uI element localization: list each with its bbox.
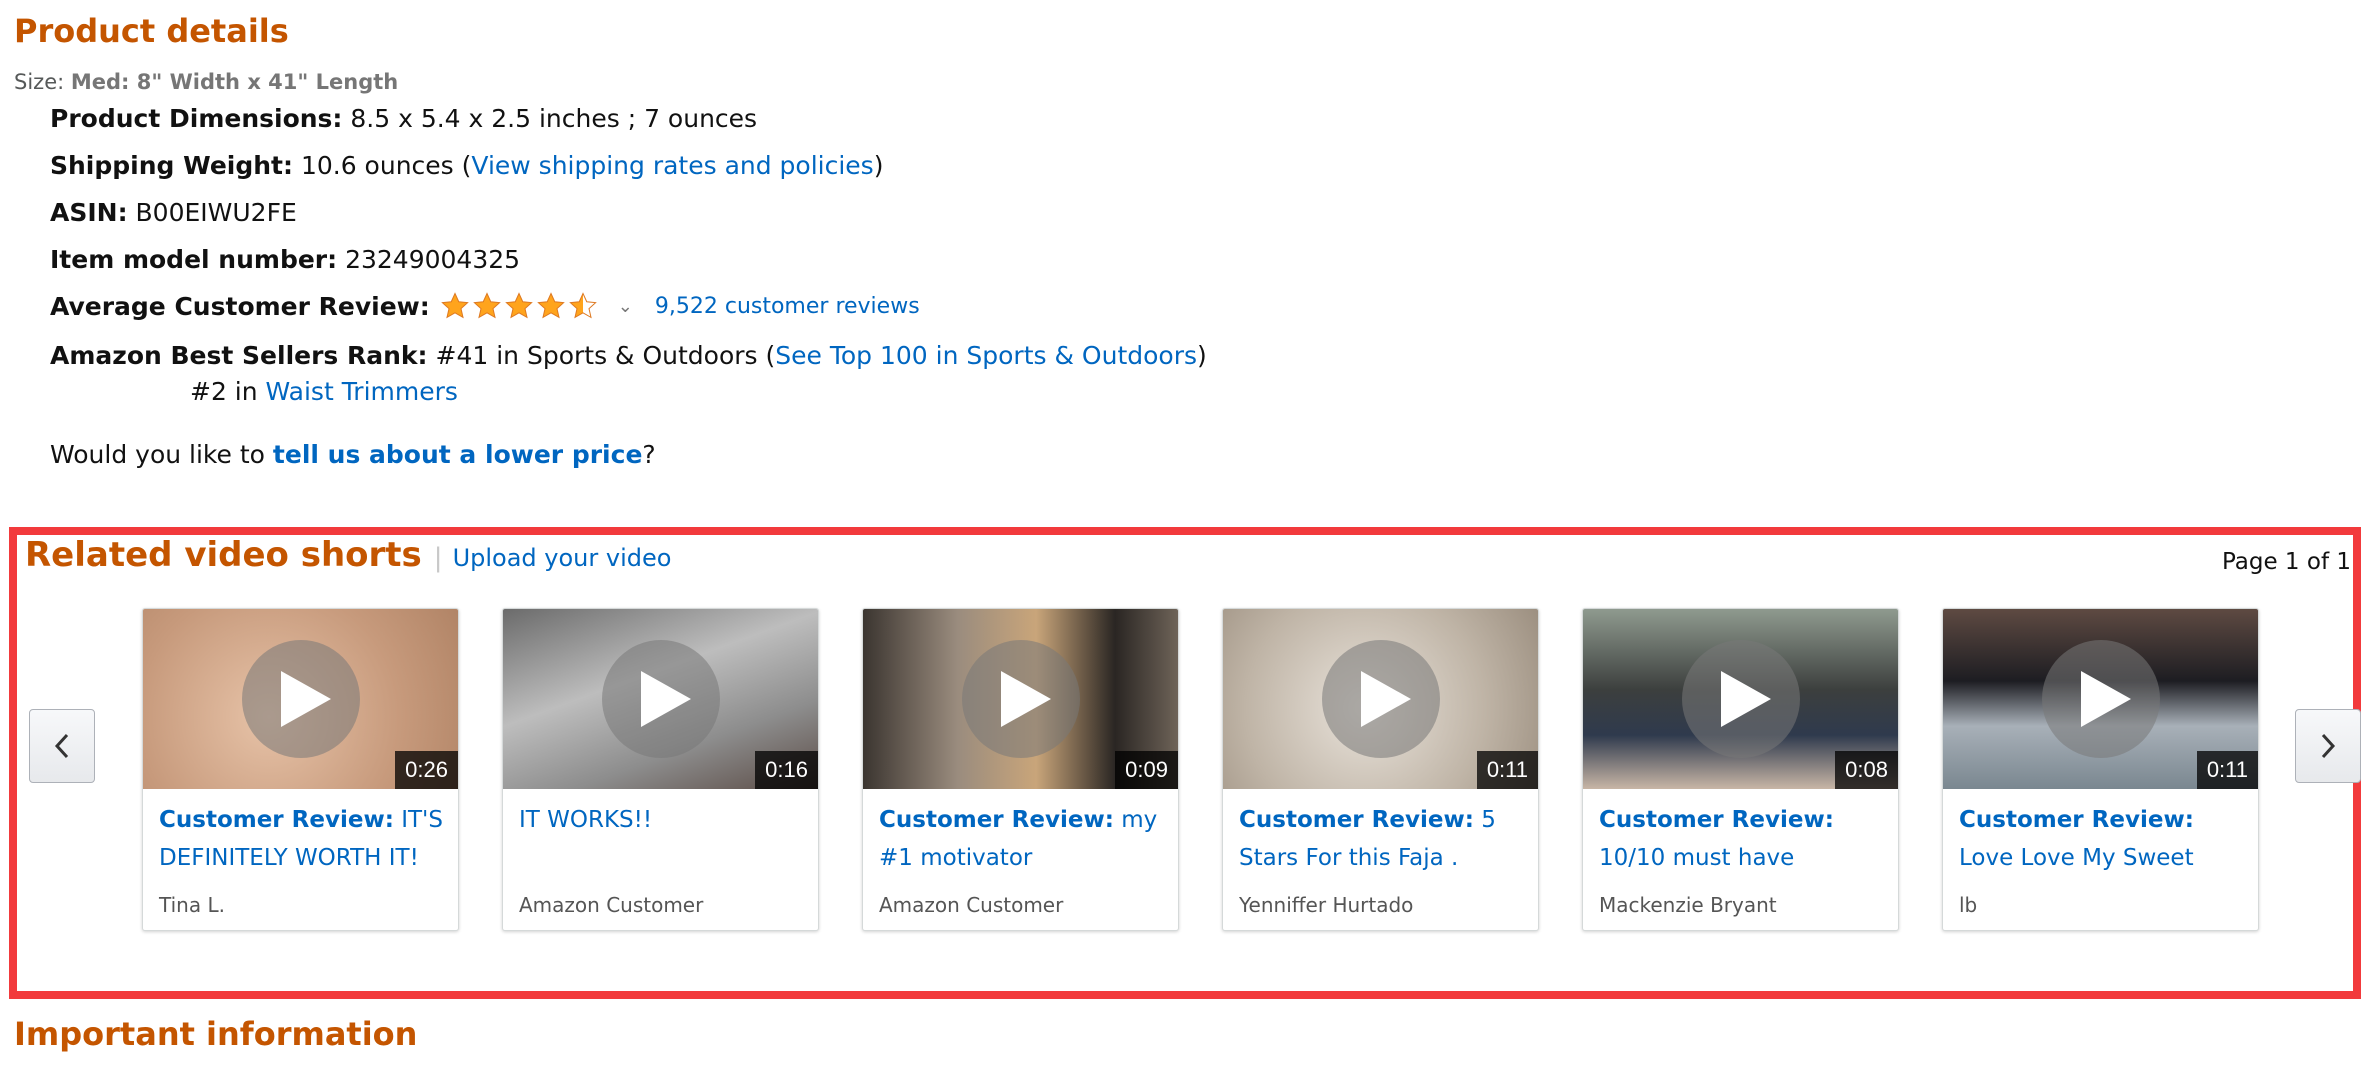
dimensions-value: 8.5 x 5.4 x 2.5 inches ; 7 ounces [350, 104, 758, 133]
video-card[interactable]: 0:16 IT WORKS!! Amazon Customer [502, 608, 819, 931]
video-thumbnail[interactable]: 0:11 [1223, 609, 1538, 789]
asin-label: ASIN: [50, 198, 128, 227]
shipping-weight-row: Shipping Weight: 10.6 ounces (View shipp… [50, 151, 883, 180]
chevron-left-icon [54, 733, 69, 759]
shipping-label: Shipping Weight: [50, 151, 293, 180]
video-author: Yenniffer Hurtado [1239, 893, 1414, 917]
lower-price-suffix: ? [642, 440, 656, 469]
related-videos-title: Related video shorts [25, 535, 422, 575]
lower-price-prefix: Would you like to [50, 440, 265, 469]
shipping-close: ) [873, 151, 884, 180]
play-icon[interactable] [601, 640, 720, 758]
rank-label: Amazon Best Sellers Rank: [50, 341, 428, 370]
size-label: Size: [14, 70, 65, 94]
model-number-row: Item model number: 23249004325 [50, 245, 520, 274]
product-details-heading: Product details [14, 12, 289, 50]
upload-video-link[interactable]: Upload your video [453, 544, 672, 572]
video-card[interactable]: 0:11 Customer Review: Love Love My Sweet… [1942, 608, 2259, 931]
video-thumbnail[interactable]: 0:11 [1943, 609, 2258, 789]
model-value: 23249004325 [345, 245, 521, 274]
rank-value: #41 in Sports & Outdoors ( [435, 341, 776, 370]
video-thumbnail[interactable]: 0:26 [143, 609, 458, 789]
video-title-link[interactable]: Customer Review: IT'S DEFINITELY WORTH I… [159, 801, 444, 877]
video-duration: 0:11 [2196, 751, 2258, 789]
video-author: Tina L. [159, 893, 225, 917]
dimensions-label: Product Dimensions: [50, 104, 343, 133]
video-title-link[interactable]: IT WORKS!! [519, 801, 804, 839]
video-title-link[interactable]: Customer Review: Love Love My Sweet Swea… [1959, 801, 2244, 877]
rank-close: ) [1197, 341, 1207, 370]
video-thumbnail[interactable]: 0:09 [863, 609, 1178, 789]
video-thumbnail[interactable]: 0:08 [1583, 609, 1898, 789]
carousel-next-button[interactable] [2295, 709, 2361, 783]
video-duration: 0:08 [1835, 751, 1898, 789]
video-duration: 0:26 [395, 751, 458, 789]
video-carousel: 0:26 Customer Review: IT'S DEFINITELY WO… [142, 608, 2259, 931]
video-title-link[interactable]: Customer Review: my #1 motivator [879, 801, 1164, 877]
chevron-right-icon [2321, 733, 2336, 759]
related-videos-header: Related video shorts | Upload your video [25, 535, 671, 575]
average-review-row: Average Customer Review: ⌄ 9,522 custome… [50, 291, 920, 321]
video-duration: 0:09 [1115, 751, 1178, 789]
star-half-icon [568, 292, 597, 319]
play-icon[interactable] [2041, 640, 2160, 758]
video-duration: 0:11 [1476, 751, 1538, 789]
carousel-prev-button[interactable] [29, 709, 95, 783]
star-full-icon [472, 292, 501, 319]
size-value: Med: 8" Width x 41" Length [70, 70, 399, 94]
video-thumbnail[interactable]: 0:16 [503, 609, 818, 789]
play-icon[interactable] [1321, 640, 1440, 758]
asin-row: ASIN: B00EIWU2FE [50, 198, 297, 227]
play-icon[interactable] [241, 640, 360, 758]
best-sellers-rank-row: Amazon Best Sellers Rank: #41 in Sports … [50, 341, 1207, 370]
lower-price-link[interactable]: tell us about a lower price [273, 440, 643, 469]
chevron-down-icon[interactable]: ⌄ [618, 296, 633, 317]
video-card[interactable]: 0:09 Customer Review: my #1 motivator Am… [862, 608, 1179, 931]
play-icon[interactable] [1681, 640, 1800, 758]
star-full-icon [504, 292, 533, 319]
video-author: Amazon Customer [519, 893, 704, 917]
top-100-link[interactable]: See Top 100 in Sports & Outdoors [775, 341, 1197, 370]
important-information-heading: Important information [14, 1015, 418, 1053]
video-title-link[interactable]: Customer Review: 5 Stars For this Faja . [1239, 801, 1524, 877]
video-card[interactable]: 0:26 Customer Review: IT'S DEFINITELY WO… [142, 608, 459, 931]
model-label: Item model number: [50, 245, 338, 274]
play-icon[interactable] [961, 640, 1080, 758]
page-indicator: Page 1 of 1 [2221, 549, 2351, 575]
review-label: Average Customer Review: [50, 291, 430, 321]
product-dimensions-row: Product Dimensions: 8.5 x 5.4 x 2.5 inch… [50, 104, 757, 133]
size-row: Size: Med: 8" Width x 41" Length [14, 70, 398, 94]
video-title-link[interactable]: Customer Review: 10/10 must have [1599, 801, 1884, 877]
video-card[interactable]: 0:08 Customer Review: 10/10 must have Ma… [1582, 608, 1899, 931]
star-full-icon [440, 292, 469, 319]
customer-reviews-link[interactable]: 9,522 customer reviews [655, 294, 920, 319]
star-rating[interactable] [440, 291, 600, 321]
lower-price-row: Would you like to tell us about a lower … [50, 440, 656, 469]
waist-trimmers-link[interactable]: Waist Trimmers [266, 377, 458, 406]
related-videos-section: Related video shorts | Upload your video… [9, 527, 2361, 999]
video-card[interactable]: 0:11 Customer Review: 5 Stars For this F… [1222, 608, 1539, 931]
star-full-icon [536, 292, 565, 319]
asin-value: B00EIWU2FE [135, 198, 297, 227]
shipping-rates-link[interactable]: View shipping rates and policies [471, 151, 873, 180]
shipping-value: 10.6 ounces ( [300, 151, 472, 180]
video-author: lb [1959, 893, 1978, 917]
video-duration: 0:16 [755, 751, 818, 789]
video-author: Amazon Customer [879, 893, 1064, 917]
rank2-value: #2 in [190, 377, 258, 406]
header-separator: | [433, 543, 443, 573]
video-author: Mackenzie Bryant [1599, 893, 1777, 917]
secondary-rank-row: #2 in Waist Trimmers [190, 377, 458, 406]
